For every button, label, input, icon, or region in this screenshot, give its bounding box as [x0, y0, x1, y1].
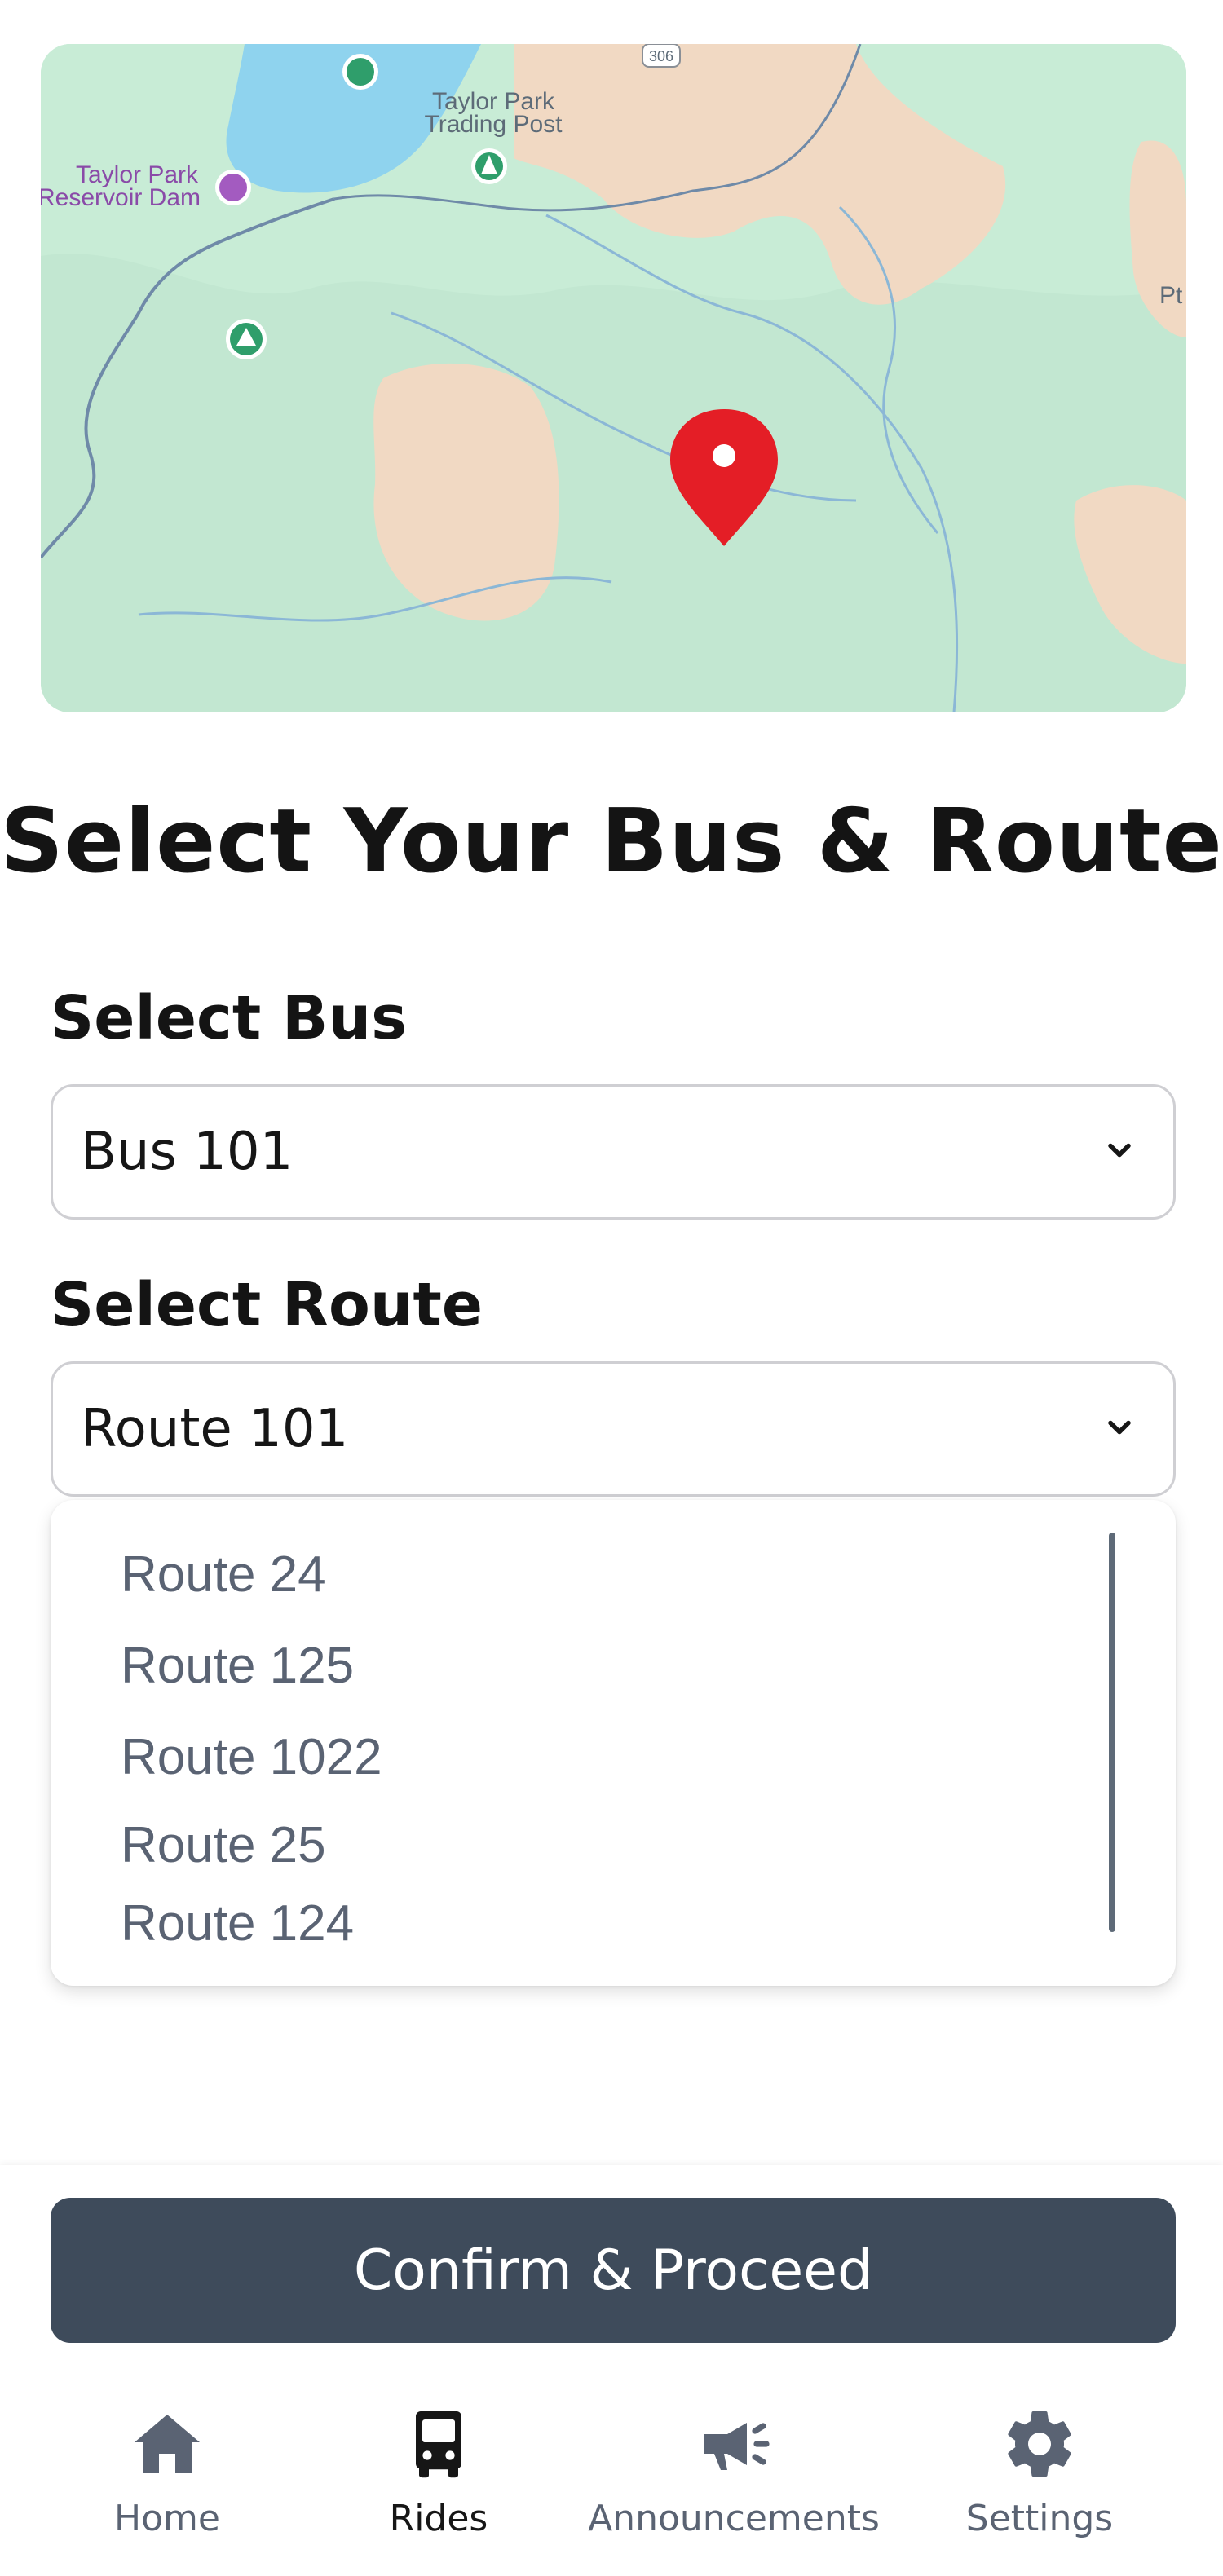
- nav-item-rides[interactable]: Rides: [292, 2405, 585, 2539]
- megaphone-icon: [704, 2423, 770, 2470]
- svg-text:Trading Post: Trading Post: [425, 111, 563, 138]
- svg-text:Reservoir Dam: Reservoir Dam: [41, 184, 201, 211]
- svg-text:Pt: Pt: [1159, 282, 1183, 309]
- nav-item-announcements[interactable]: Announcements: [587, 2405, 881, 2539]
- select-route-label: Select Route: [51, 1270, 483, 1340]
- chevron-down-icon: [1108, 1420, 1131, 1435]
- home-icon: [135, 2415, 200, 2473]
- select-bus-label: Select Bus: [51, 983, 408, 1053]
- route-option[interactable]: Route 24: [121, 1546, 326, 1603]
- nav-item-settings[interactable]: Settings: [893, 2405, 1186, 2539]
- bus-icon: [416, 2411, 461, 2478]
- svg-text:306: 306: [649, 48, 673, 64]
- map-canvas: 306 Taylor Park Trading Post Taylor Park…: [41, 44, 1186, 712]
- route-select[interactable]: Route 101: [51, 1361, 1176, 1497]
- route-select-value: Route 101: [81, 1399, 349, 1459]
- nav-label-announcements: Announcements: [588, 2498, 880, 2539]
- dropdown-scrollbar[interactable]: [1109, 1533, 1115, 1932]
- chevron-down-icon: [1108, 1143, 1131, 1158]
- nav-label-home: Home: [114, 2498, 220, 2539]
- gear-icon: [1008, 2411, 1071, 2477]
- nav-item-home[interactable]: Home: [20, 2405, 314, 2539]
- page-title: Select Your Bus & Route: [0, 791, 1223, 893]
- bus-select[interactable]: Bus 101: [51, 1084, 1176, 1220]
- route-option[interactable]: Route 125: [121, 1637, 354, 1695]
- route-option[interactable]: Route 25: [121, 1816, 326, 1874]
- bus-select-value: Bus 101: [81, 1122, 294, 1182]
- nav-label-rides: Rides: [389, 2498, 488, 2539]
- map-view[interactable]: 306 Taylor Park Trading Post Taylor Park…: [41, 44, 1186, 712]
- route-option[interactable]: Route 124: [121, 1895, 354, 1952]
- route-option[interactable]: Route 1022: [121, 1728, 382, 1786]
- nav-label-settings: Settings: [965, 2498, 1114, 2539]
- route-dropdown-list[interactable]: Route 24 Route 125 Route 1022 Route 25 R…: [51, 1500, 1176, 1986]
- confirm-proceed-button[interactable]: Confirm & Proceed: [51, 2198, 1176, 2343]
